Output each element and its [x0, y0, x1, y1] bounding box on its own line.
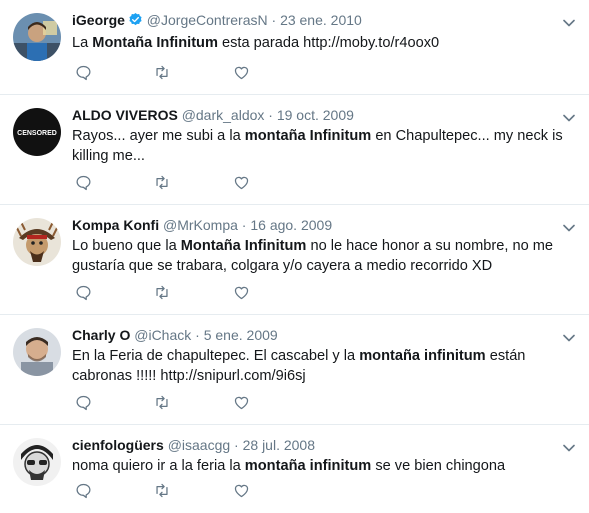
tweet-header: Kompa Konfi @MrKompa · 16 ago. 2009	[72, 215, 575, 235]
reply-icon[interactable]	[75, 284, 93, 302]
verified-badge-icon	[128, 12, 143, 32]
tweet-text: En la Feria de chapultepec. El cascabel …	[72, 348, 526, 384]
display-name[interactable]: Kompa Konfi	[72, 217, 159, 233]
display-name[interactable]: iGeorge	[72, 12, 125, 28]
like-icon[interactable]	[233, 394, 251, 412]
highlighted-term: montaña infinitum	[359, 348, 486, 364]
chevron-down-icon[interactable]	[563, 219, 575, 237]
separator: ·	[271, 12, 277, 28]
retweet-icon[interactable]	[153, 482, 171, 500]
tweet-actions	[75, 284, 265, 304]
reply-icon[interactable]	[75, 64, 93, 82]
tweet-header: Charly O @iChack · 5 ene. 2009	[72, 325, 575, 345]
tweet[interactable]: Charly O @iChack · 5 ene. 2009 En la Fer…	[0, 315, 589, 425]
tweet-text: La Montaña Infinitum esta parada http://…	[72, 35, 440, 51]
retweet-icon[interactable]	[153, 174, 171, 192]
like-icon[interactable]	[233, 64, 251, 82]
retweet-icon[interactable]	[153, 394, 171, 412]
timestamp[interactable]: 16 ago. 2009	[250, 217, 332, 233]
censored-avatar[interactable]: CENSORED	[13, 108, 61, 156]
display-name[interactable]: cienfologüers	[72, 437, 164, 453]
separator: ·	[241, 217, 247, 233]
highlighted-term: montaña infinitum	[244, 458, 372, 474]
tweet-actions	[75, 394, 265, 414]
user-handle[interactable]: @isaacgg	[168, 437, 230, 453]
chevron-down-icon[interactable]	[563, 329, 575, 347]
separator: ·	[268, 107, 273, 123]
tweet-actions	[75, 482, 265, 502]
timestamp[interactable]: 5 ene. 2009	[204, 327, 278, 343]
user-handle[interactable]: @dark_aldox	[182, 107, 265, 123]
retweet-icon[interactable]	[153, 64, 171, 82]
svg-text:CENSORED: CENSORED	[17, 130, 57, 137]
tweet[interactable]: CENSORED ALDO VIVEROS @dark_aldox · 19 o…	[0, 95, 589, 205]
tweet-header: cienfologüers @isaacgg · 28 jul. 2008	[72, 435, 575, 455]
retweet-icon[interactable]	[153, 284, 171, 302]
tweet[interactable]: Kompa Konfi @MrKompa · 16 ago. 2009 Lo b…	[0, 205, 589, 315]
user-handle[interactable]: @iChack	[134, 327, 191, 343]
display-name[interactable]: ALDO VIVEROS	[72, 107, 178, 123]
separator: ·	[234, 437, 239, 453]
like-icon[interactable]	[233, 482, 251, 500]
tweet-actions	[75, 174, 265, 194]
avatar[interactable]	[13, 328, 61, 376]
tweet-timeline: iGeorge @JorgeContrerasN · 23 ene. 2010 …	[0, 0, 589, 513]
tweet-text: Lo bueno que la Montaña Infinitum no le …	[72, 238, 554, 274]
chevron-down-icon[interactable]	[563, 439, 575, 457]
like-icon[interactable]	[233, 284, 251, 302]
tweet-header: ALDO VIVEROS @dark_aldox · 19 oct. 2009	[72, 105, 575, 125]
timestamp[interactable]: 28 jul. 2008	[243, 437, 315, 453]
avatar[interactable]	[13, 13, 61, 61]
avatar[interactable]	[13, 438, 61, 486]
tweet-text: noma quiero ir a la feria la montaña inf…	[72, 458, 506, 474]
tweet-text: Rayos... ayer me subi a la montaña Infin…	[72, 128, 563, 164]
user-handle[interactable]: @MrKompa	[163, 217, 238, 233]
separator: ·	[195, 327, 200, 343]
tweet-actions	[75, 64, 265, 84]
highlighted-term: montaña Infinitum	[244, 128, 372, 144]
like-icon[interactable]	[233, 174, 251, 192]
highlighted-term: Montaña Infinitum	[180, 238, 307, 254]
highlighted-term: Montaña Infinitum	[92, 35, 218, 51]
timestamp[interactable]: 23 ene. 2010	[280, 12, 362, 28]
user-handle[interactable]: @JorgeContrerasN	[147, 12, 268, 28]
chevron-down-icon[interactable]	[563, 109, 575, 127]
avatar[interactable]	[13, 218, 61, 266]
tweet-header: iGeorge @JorgeContrerasN · 23 ene. 2010	[72, 10, 575, 32]
timestamp[interactable]: 19 oct. 2009	[277, 107, 354, 123]
display-name[interactable]: Charly O	[72, 327, 130, 343]
chevron-down-icon[interactable]	[563, 14, 575, 32]
reply-icon[interactable]	[75, 482, 93, 500]
tweet[interactable]: iGeorge @JorgeContrerasN · 23 ene. 2010 …	[0, 0, 589, 95]
reply-icon[interactable]	[75, 394, 93, 412]
tweet[interactable]: cienfologüers @isaacgg · 28 jul. 2008 no…	[0, 425, 589, 513]
reply-icon[interactable]	[75, 174, 93, 192]
